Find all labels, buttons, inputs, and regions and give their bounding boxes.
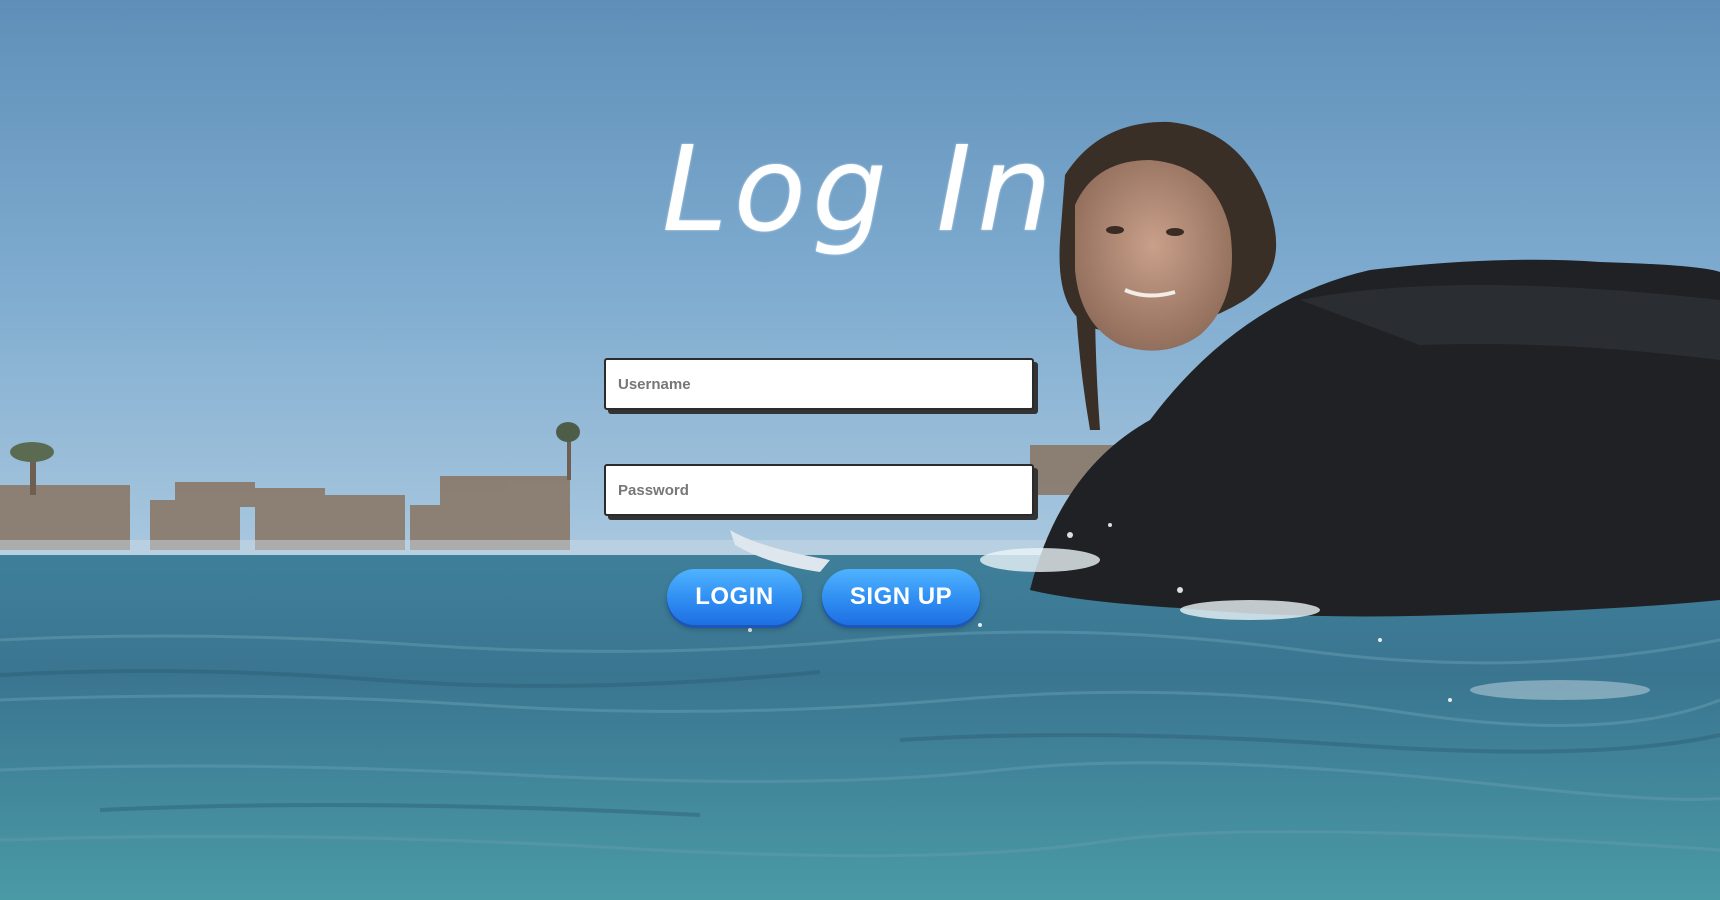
username-input[interactable]: [616, 359, 1032, 409]
sign-up-button[interactable]: SIGN UP: [822, 569, 980, 625]
login-page: Log In LOGIN SIGN UP: [0, 0, 1720, 900]
password-field[interactable]: [604, 464, 1034, 516]
login-button[interactable]: LOGIN: [667, 569, 802, 625]
page-title: Log In: [662, 120, 1058, 258]
username-field[interactable]: [604, 358, 1034, 410]
password-input[interactable]: [616, 465, 1032, 515]
